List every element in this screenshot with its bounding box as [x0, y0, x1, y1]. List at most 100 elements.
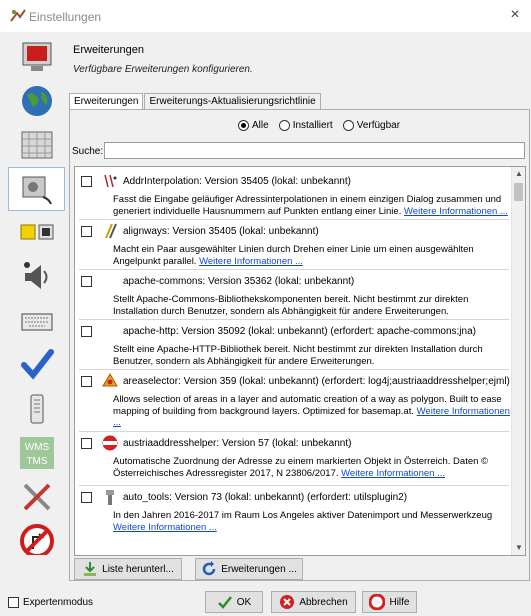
areaselector-icon: [102, 373, 118, 387]
plugin-description: Fasst die Eingabe geläufiger Adressinter…: [113, 194, 511, 217]
section-title: Erweiterungen: [73, 44, 144, 56]
checkmark-icon: [20, 349, 54, 380]
radio-dot: [278, 120, 290, 131]
plugin-title: austriaaddresshelper: Version 57 (lokal:…: [123, 438, 352, 449]
filter-available-label: Verfügbar: [356, 120, 401, 131]
plugin-description: In den Jahren 2016-2017 im Raum Los Ange…: [113, 510, 511, 533]
more-info-link[interactable]: Weitere Informationen ...: [113, 522, 217, 533]
more-info-link[interactable]: Weitere Informationen ...: [341, 468, 445, 479]
josm-icon: [10, 9, 26, 22]
radio-dot: [342, 120, 354, 131]
display-icon: [22, 42, 51, 71]
plugin-checkbox[interactable]: [81, 176, 92, 187]
plugin-title: AddrInterpolation: Version 35405 (lokal:…: [123, 176, 351, 187]
tab-plugins[interactable]: Erweiterungen: [69, 93, 144, 109]
sidebar-item-map[interactable]: [8, 79, 65, 123]
plugin-checkbox[interactable]: [81, 226, 92, 237]
search-label: Suche:: [72, 146, 104, 157]
download-list-label: Liste herunterl...: [102, 563, 174, 575]
more-info-link[interactable]: Weitere Informationen ...: [404, 206, 508, 217]
help-label: Hilfe: [389, 596, 410, 608]
keyboard-icon: [21, 313, 52, 331]
ok-button[interactable]: OK: [205, 591, 263, 613]
plugin-filter-group: Alle Installiert Verfügbar: [238, 120, 400, 131]
plugin-checkbox[interactable]: [81, 276, 92, 287]
plugin-description: Automatische Zuordnung der Adresse zu ei…: [113, 456, 511, 479]
connection-icon: [20, 224, 53, 240]
scroll-down-arrow-icon[interactable]: ▼: [512, 541, 525, 555]
sidebar-item-imagery[interactable]: WMS TMS: [8, 431, 65, 475]
filter-all-label: Alle: [252, 120, 269, 131]
close-button[interactable]: ×: [503, 4, 527, 26]
cancel-label: Abbrechen: [299, 596, 348, 608]
plugin-description-text: Stellt eine Apache-HTTP-Bibliothek berei…: [113, 344, 483, 367]
download-list-button[interactable]: Liste herunterl...: [74, 558, 182, 580]
list-item: areaselector: Version 359 (lokal: unbeka…: [75, 373, 513, 429]
list-item: austriaaddresshelper: Version 57 (lokal:…: [75, 435, 513, 483]
help-lifebuoy-icon: [369, 594, 386, 610]
cancel-button[interactable]: Abbrechen: [271, 591, 356, 613]
plugin-title: auto_tools: Version 73 (lokal: unbekannt…: [123, 492, 408, 503]
sidebar-item-paint[interactable]: [8, 123, 65, 167]
plugin-checkbox[interactable]: [81, 376, 92, 387]
tab-panel-plugins: Alle Installiert Verfügbar Suche: AddrIn…: [69, 109, 530, 581]
globe-icon: [21, 86, 52, 116]
plugin-title: apache-commons: Version 35362 (lokal: un…: [123, 276, 355, 287]
tab-update-policy[interactable]: Erweiterungs-Aktualisierungsrichtlinie: [144, 93, 321, 109]
radio-dot: [238, 120, 249, 131]
divider: [79, 319, 509, 320]
sidebar-item-plugins[interactable]: [8, 167, 65, 211]
plugin-icon: [22, 176, 52, 205]
plugin-title: apache-http: Version 35092 (lokal: unbek…: [123, 326, 476, 337]
remote-icon: [30, 394, 43, 424]
plugin-description-text: Stellt Apache-Commons-Bibliothekskompone…: [113, 294, 469, 317]
update-plugins-button[interactable]: Erweiterungen ...: [195, 558, 303, 580]
auto-tools-icon: [106, 490, 114, 505]
divider: [79, 369, 509, 370]
plugin-checkbox[interactable]: [81, 326, 92, 337]
title-bar: Einstellungen ×: [0, 0, 531, 32]
plugin-description-text: In den Jahren 2016-2017 im Raum Los Ange…: [113, 510, 493, 521]
more-info-link[interactable]: Weitere Informationen ...: [199, 256, 303, 267]
scroll-up-arrow-icon[interactable]: ▲: [512, 167, 525, 181]
ok-label: OK: [236, 596, 252, 608]
sidebar-item-turn-restrictions[interactable]: [8, 519, 65, 555]
expert-mode-checkbox[interactable]: [8, 597, 19, 608]
list-item: auto_tools: Version 73 (lokal: unbekannt…: [75, 489, 513, 555]
plugin-title: areaselector: Version 359 (lokal: unbeka…: [123, 376, 510, 387]
refresh-icon: [202, 561, 216, 576]
sidebar-item-connection[interactable]: [8, 211, 65, 255]
plugin-description: Macht ein Paar ausgewählter Linien durch…: [113, 244, 511, 267]
filter-installed-label: Installiert: [292, 120, 333, 131]
filter-available-radio[interactable]: Verfügbar: [342, 120, 401, 131]
scroll-thumb[interactable]: [514, 183, 523, 201]
search-input[interactable]: [104, 142, 525, 159]
filter-all-radio[interactable]: Alle: [238, 120, 269, 131]
plugin-description: Stellt eine Apache-HTTP-Bibliothek berei…: [113, 344, 511, 367]
plugin-title: alignways: Version 35405 (lokal: unbekan…: [123, 226, 319, 237]
tab-bar: Erweiterungen Erweiterungs-Aktualisierun…: [69, 93, 322, 109]
help-button[interactable]: Hilfe: [362, 591, 417, 613]
ok-icon: [217, 596, 232, 609]
divider: [79, 431, 509, 432]
paint-icon: [21, 131, 52, 159]
sidebar-item-validator[interactable]: [8, 343, 65, 387]
sidebar-item-audio[interactable]: [8, 255, 65, 299]
sidebar-item-remote-control[interactable]: [8, 387, 65, 431]
sidebar-item-shortcuts[interactable]: [8, 299, 65, 343]
expert-mode-toggle[interactable]: Expertenmodus: [8, 597, 93, 608]
tms-label: TMS: [26, 456, 47, 467]
sidebar-item-advanced[interactable]: [8, 475, 65, 519]
list-item: apache-commons: Version 35362 (lokal: un…: [75, 273, 513, 317]
list-item: alignways: Version 35405 (lokal: unbekan…: [75, 223, 513, 267]
austria-icon: [102, 435, 118, 451]
plugin-list-scrollbar[interactable]: ▲ ▼: [511, 167, 525, 555]
preferences-sidebar: WMS TMS: [8, 35, 65, 555]
sidebar-item-display[interactable]: [8, 35, 65, 79]
window-title: Einstellungen: [29, 10, 102, 24]
expert-mode-label: Expertenmodus: [23, 597, 94, 608]
plugin-checkbox[interactable]: [81, 492, 92, 503]
plugin-checkbox[interactable]: [81, 438, 92, 449]
list-item: apache-http: Version 35092 (lokal: unbek…: [75, 323, 513, 367]
filter-installed-radio[interactable]: Installiert: [278, 120, 333, 131]
